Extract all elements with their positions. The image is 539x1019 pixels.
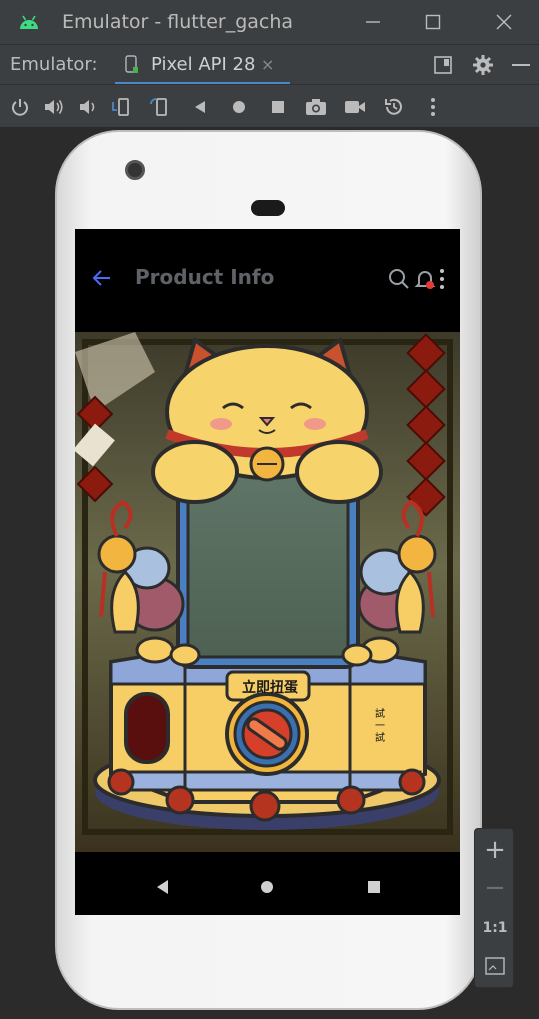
fit-screen-button[interactable] [475,947,515,985]
close-button[interactable] [481,0,527,44]
zoom-out-button[interactable]: − [475,869,515,907]
nav-back-icon[interactable] [151,875,175,899]
tab-pixel-api-28[interactable]: Pixel API 28 × [115,45,290,85]
hide-panel-icon[interactable] [511,55,531,75]
emulator-toolbar [0,84,539,128]
maximize-icon [425,14,441,30]
front-camera [125,160,145,180]
volume-up-button[interactable] [42,95,66,119]
home-button[interactable] [227,95,251,119]
layout-icon[interactable] [433,55,453,75]
page-title: Product Info [135,265,275,289]
nav-home-icon[interactable] [255,875,279,899]
overview-square-icon [272,101,284,113]
camera-icon [306,99,326,115]
volume-down-icon [80,100,95,114]
snapshot-history-icon [385,98,402,115]
rotate-left-button[interactable] [110,95,134,119]
actual-size-button[interactable]: 1:1 [475,909,515,947]
device-icon [125,55,138,73]
gacha-knob[interactable] [227,694,307,774]
device-screen: Product Info 立即扭蛋 試一試 [75,229,460,915]
emulator-label: Emulator: [10,54,98,75]
window-titlebar: Emulator - flutter_gacha [0,0,539,44]
try-label: 試一試 [375,709,385,744]
volume-up-icon [45,100,63,114]
screen-record-button[interactable] [343,95,367,119]
android-icon [20,15,38,29]
app-bar: Product Info [75,251,460,307]
rotate-right-button[interactable] [148,95,172,119]
minimize-icon [366,21,380,23]
android-navbar [75,859,460,915]
settings-gear-icon[interactable] [472,54,494,76]
snapshot-button[interactable] [382,95,406,119]
minimize-button[interactable] [350,0,396,44]
emulator-tabbar: Emulator: Pixel API 28 × [0,44,539,85]
tab-label: Pixel API 28 [151,54,256,75]
back-triangle-icon [195,101,205,113]
power-icon [12,99,28,116]
fit-screen-icon [485,957,505,975]
search-icon[interactable] [387,267,411,291]
overview-button[interactable] [266,95,290,119]
back-arrow-icon[interactable] [91,267,113,289]
tab-close-icon[interactable]: × [261,55,274,74]
overflow-menu-icon[interactable] [437,267,447,291]
maximize-button[interactable] [410,0,456,44]
notification-bell-icon[interactable] [413,267,437,291]
more-vertical-icon [431,98,435,116]
nav-recents-icon[interactable] [362,875,386,899]
rotate-left-icon [112,98,129,116]
zoom-panel: + − 1:1 [474,828,514,988]
power-button[interactable] [8,95,32,119]
close-icon [496,14,512,30]
zoom-in-button[interactable]: + [475,831,515,869]
video-camera-icon [345,101,365,113]
rotate-right-icon [150,98,167,116]
screenshot-button[interactable] [304,95,328,119]
volume-down-button[interactable] [76,95,100,119]
window-title: Emulator - flutter_gacha [62,11,294,33]
home-circle-icon [233,101,245,113]
earpiece-speaker [251,200,285,216]
back-button[interactable] [188,95,212,119]
gacha-machine-illustration [75,332,460,852]
more-button[interactable] [421,95,445,119]
